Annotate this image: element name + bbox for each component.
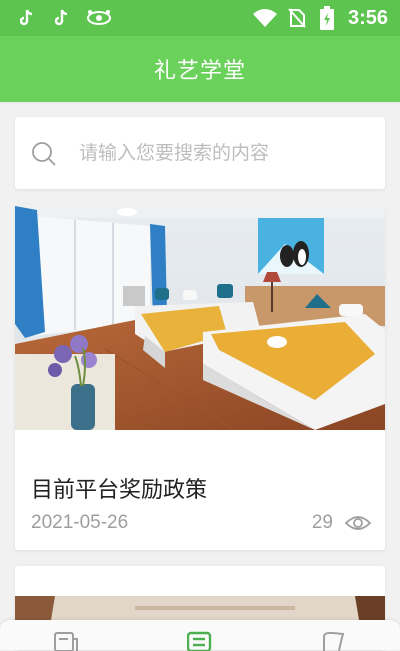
list-icon[interactable]: [187, 631, 213, 651]
bottom-nav: [0, 620, 400, 651]
search-input[interactable]: [79, 137, 369, 169]
clock: 3:56: [347, 7, 388, 29]
article-card[interactable]: 目前平台奖励政策 2021-05-26 29: [15, 204, 385, 550]
search-box[interactable]: [15, 117, 385, 189]
no-sim-icon: [288, 8, 306, 28]
view-count: 29: [311, 512, 333, 533]
search-icon: [32, 142, 56, 166]
app-bar: 礼艺学堂: [0, 36, 400, 102]
wifi-icon: [253, 9, 277, 27]
profile-icon[interactable]: [321, 631, 347, 651]
article-title: 目前平台奖励政策: [31, 478, 208, 503]
tiktok-icon: [55, 9, 68, 26]
article-date: 2021-05-26: [31, 512, 129, 533]
page-title: 礼艺学堂: [153, 59, 246, 84]
battery-icon: [320, 6, 334, 30]
notification-icon: [87, 10, 111, 25]
status-bar: 3:56: [0, 0, 400, 36]
hotel-room-photo: [15, 204, 385, 430]
tiktok-icon: [20, 9, 33, 26]
eye-icon: [345, 516, 371, 530]
news-icon[interactable]: [54, 631, 80, 651]
